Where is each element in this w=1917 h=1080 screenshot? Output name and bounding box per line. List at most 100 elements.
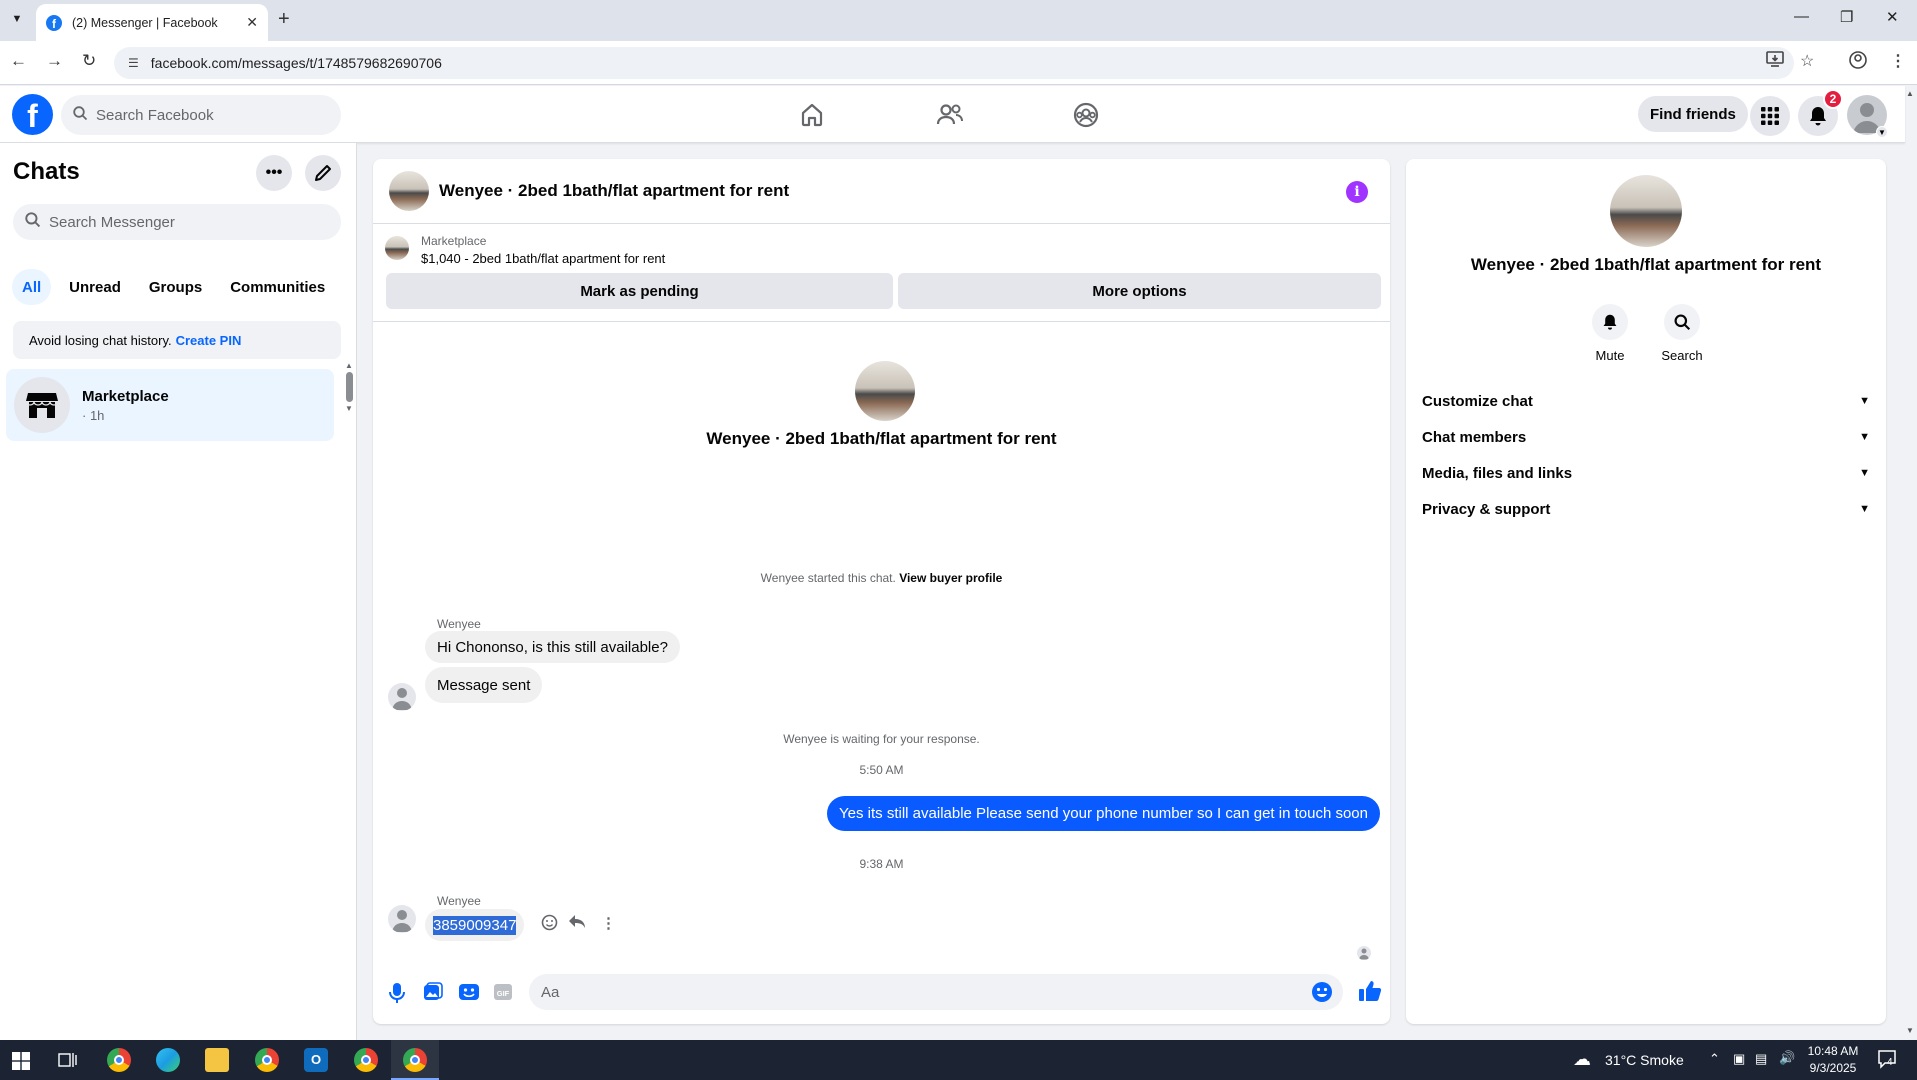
page-scroll-up-icon[interactable]: ▲ [1906,89,1914,98]
reload-icon[interactable]: ↻ [82,51,96,71]
photo-icon[interactable] [423,982,445,1004]
sidebar-scrollbar[interactable]: ▲ ▼ [344,361,354,435]
minimize-icon[interactable]: — [1794,8,1809,25]
message-more-icon[interactable]: ⋮ [601,914,616,932]
start-windows-icon[interactable] [12,1052,30,1075]
browser-menu-icon[interactable]: ⋮ [1890,51,1906,71]
menu-grid-icon[interactable] [1750,96,1790,136]
install-app-icon[interactable] [1766,51,1784,72]
chrome-icon[interactable] [107,1048,131,1072]
view-buyer-profile-link[interactable]: View buyer profile [899,571,1002,585]
facebook-search[interactable] [61,95,341,135]
window-close-icon[interactable]: ✕ [1886,8,1899,26]
listing-thumbnail[interactable] [389,171,429,211]
messenger-search[interactable] [13,204,341,240]
tray-chevron-up-icon[interactable]: ⌃ [1709,1051,1720,1067]
chrome-window-icon[interactable] [354,1048,378,1072]
chrome-profile-icon[interactable] [255,1048,279,1072]
clock-time: 10:48 AM [1807,1044,1859,1058]
file-explorer-icon[interactable] [205,1048,229,1072]
url-text: facebook.com/messages/t/1748579682690706 [150,55,442,71]
find-friends-button[interactable]: Find friends [1638,96,1748,132]
browser-tab[interactable]: f (2) Messenger | Facebook ✕ [36,4,268,41]
selected-phone-number[interactable]: 3859009347 [433,915,517,935]
sender-avatar[interactable] [388,905,416,933]
incoming-message[interactable]: Hi Chononso, is this still available? [425,631,680,663]
message-input[interactable] [541,983,1281,1001]
message-composer: GIF [373,964,1390,1019]
new-message-icon[interactable] [305,155,341,191]
tab-list-chevron-icon[interactable]: ▼ [6,8,28,30]
page-scroll-down-icon[interactable]: ▼ [1906,1026,1914,1035]
sticker-icon[interactable] [458,982,480,1004]
mark-pending-button[interactable]: Mark as pending [386,273,893,309]
incoming-message[interactable]: 3859009347 [425,909,525,941]
clock[interactable]: 10:48 AM 9/3/2025 [1806,1044,1860,1075]
conversation-title[interactable]: Wenyee · 2bed 1bath/flat apartment for r… [439,181,789,201]
more-options-icon[interactable]: ••• [256,155,292,191]
listing-title[interactable]: $1,040 - 2bed 1bath/flat apartment for r… [421,251,665,266]
search-icon [1664,304,1700,340]
mute-button[interactable]: Mute [1580,304,1640,363]
incoming-message[interactable]: Message sent [425,667,543,703]
filter-unread[interactable]: Unread [59,269,131,305]
filter-groups[interactable]: Groups [139,269,212,305]
volume-icon[interactable]: 🔊 [1779,1050,1795,1066]
action-center-icon[interactable]: 4 [1877,1049,1897,1072]
outgoing-message[interactable]: Yes its still available Please send your… [827,796,1380,831]
react-emoji-icon[interactable] [541,914,558,935]
create-pin-link[interactable]: Create PIN [176,333,242,348]
marketplace-label: Marketplace [421,234,487,248]
forward-arrow-icon[interactable]: → [46,51,63,71]
weather-icon[interactable]: ☁ [1573,1049,1591,1070]
privacy-support-section[interactable]: Privacy & support ▼ [1422,491,1870,527]
microphone-icon[interactable] [387,982,409,1004]
restore-icon[interactable]: ❐ [1840,8,1853,26]
friends-icon[interactable] [894,95,1006,135]
edge-icon[interactable] [156,1048,180,1072]
address-bar[interactable]: ☰ facebook.com/messages/t/17485796826907… [114,47,1794,79]
home-icon[interactable] [756,95,868,135]
new-tab-icon[interactable]: + [278,8,290,30]
reply-icon[interactable] [568,914,586,934]
windows-taskbar: O ☁ 31°C Smoke ⌃ ▣ ▤ 🔊 10:48 AM 9/3/2025… [0,1040,1917,1080]
message-input-box[interactable] [529,974,1343,1010]
listing-thumbnail-small [385,236,409,260]
info-listing-photo[interactable] [1610,175,1682,247]
filter-all[interactable]: All [12,269,52,305]
site-info-icon[interactable]: ☰ [128,56,139,70]
customize-chat-section[interactable]: Customize chat ▼ [1422,383,1870,419]
account-chevron-icon[interactable]: ▼ [1876,126,1888,138]
bookmark-star-icon[interactable]: ☆ [1800,51,1814,71]
clock-date: 9/3/2025 [1809,1061,1857,1075]
chat-started-notice: Wenyee started this chat. View buyer pro… [373,571,1390,585]
tab-close-icon[interactable]: ✕ [246,14,258,31]
chevron-down-icon: ▼ [1859,431,1870,443]
media-files-links-section[interactable]: Media, files and links ▼ [1422,455,1870,491]
chat-list-item[interactable]: Marketplace · 1h [6,369,334,441]
weather-text[interactable]: 31°C Smoke [1605,1052,1684,1068]
profile-icon[interactable] [1849,51,1867,74]
chat-members-section[interactable]: Chat members ▼ [1422,419,1870,455]
meet-now-icon[interactable]: ▣ [1733,1051,1745,1067]
chat-info-pane: Wenyee · 2bed 1bath/flat apartment for r… [1406,159,1886,1024]
outlook-icon[interactable]: O [304,1048,328,1072]
conversation-header: Wenyee · 2bed 1bath/flat apartment for r… [373,159,1390,224]
emoji-icon[interactable] [1311,981,1333,1008]
info-icon[interactable]: i [1346,181,1368,203]
facebook-logo-icon[interactable]: f [12,94,53,135]
like-thumbs-up-icon[interactable] [1358,979,1382,1001]
task-view-icon[interactable] [58,1051,78,1074]
more-options-button[interactable]: More options [898,273,1381,309]
network-icon[interactable]: ▤ [1755,1051,1767,1067]
back-arrow-icon[interactable]: ← [10,51,27,71]
messenger-search-input[interactable] [49,213,329,231]
chrome-active-icon[interactable] [403,1048,427,1072]
section-label: Chat members [1422,428,1527,446]
search-conversation-button[interactable]: Search [1652,304,1712,363]
facebook-search-input[interactable] [96,106,316,124]
groups-icon[interactable] [1030,95,1142,135]
filter-communities[interactable]: Communities [220,269,335,305]
sender-avatar[interactable] [388,683,416,711]
gif-icon[interactable]: GIF [493,982,515,1004]
